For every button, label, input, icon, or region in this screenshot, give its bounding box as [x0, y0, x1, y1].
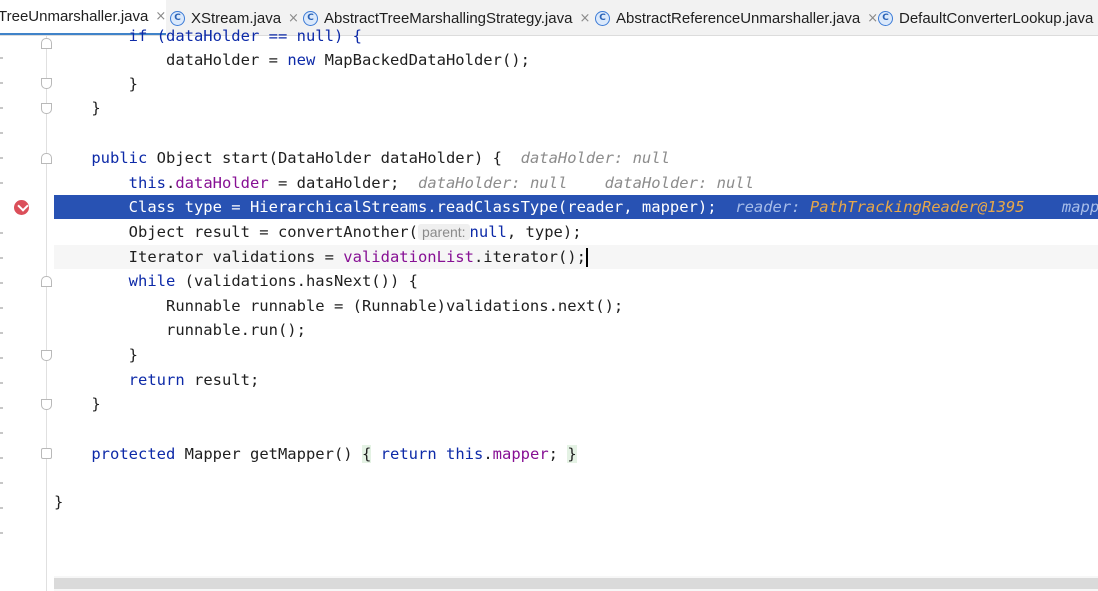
code-text: result;	[184, 371, 260, 389]
inline-debug-value: dataHolder: null	[520, 149, 670, 167]
close-icon[interactable]: ×	[155, 9, 166, 24]
code-line: Runnable runnable = (Runnable)validation…	[54, 294, 1098, 318]
gutter-tick	[0, 57, 3, 59]
keyword: return	[128, 371, 185, 389]
code-text: MapBackedDataHolder();	[315, 51, 530, 69]
gutter-tick	[0, 532, 3, 534]
gutter-tick	[0, 107, 3, 109]
keyword: this	[446, 445, 484, 463]
gutter-tick	[0, 507, 3, 509]
gutter-tick	[0, 382, 3, 384]
code-text: if (dataHolder == null) {	[128, 27, 362, 45]
gutter-tick	[0, 307, 3, 309]
field: dataHolder	[175, 174, 269, 192]
code-text: Mapper getMapper()	[175, 445, 362, 463]
code-line: }	[54, 490, 1098, 514]
fold-icon[interactable]	[41, 350, 52, 361]
code-line: Object result = convertAnother(parent: nu…	[54, 220, 1098, 244]
fold-icon[interactable]	[41, 153, 52, 164]
gutter-divider	[46, 36, 47, 591]
gutter-tick	[0, 407, 3, 409]
parameter-hint: parent:	[417, 224, 470, 240]
inline-debug-value: dataHolder: null	[417, 174, 568, 192]
inline-debug-name: mapper: C	[1061, 198, 1098, 216]
tab-label: TreeUnmarshaller.java	[0, 8, 149, 25]
folded-brace[interactable]: {	[361, 445, 372, 463]
current-execution-line: Class type = HierarchicalStreams.readCla…	[54, 195, 1098, 219]
code-text: (validations.hasNext()) {	[175, 272, 418, 290]
gutter-tick	[0, 82, 3, 84]
gutter-tick	[0, 132, 3, 134]
code-line: return result;	[54, 368, 1098, 392]
gutter-tick	[0, 357, 3, 359]
fold-icon[interactable]	[41, 78, 52, 89]
inline-debug-value: dataHolder: null	[604, 174, 754, 192]
gutter-tick	[0, 232, 3, 234]
code-line: }	[54, 72, 1098, 96]
code-text: }	[128, 75, 138, 93]
code-text: , type);	[506, 223, 582, 241]
code-line: }	[54, 343, 1098, 367]
keyword: null	[469, 223, 507, 241]
code-text: Iterator validations =	[128, 248, 344, 266]
code-text: Class type = HierarchicalStreams.readCla…	[128, 198, 717, 216]
text-caret	[585, 248, 588, 267]
code-line: protected Mapper getMapper() { return th…	[91, 445, 577, 463]
field: mapper	[492, 445, 549, 463]
gutter-tick	[0, 282, 3, 284]
code-text: ;	[548, 445, 559, 463]
gutter-tick	[0, 457, 3, 459]
scrollbar-thumb[interactable]	[54, 578, 1098, 589]
caret-line: Iterator validations = validationList.it…	[54, 245, 1098, 269]
fold-icon[interactable]	[41, 399, 52, 410]
inline-debug-name: reader:	[735, 198, 801, 216]
code-text: Object result = convertAnother(	[128, 223, 418, 241]
fold-icon[interactable]	[41, 448, 52, 459]
editor-gutter[interactable]	[0, 36, 48, 591]
code-line: }	[54, 96, 1098, 120]
keyword: this	[128, 174, 166, 192]
code-text: }	[54, 493, 64, 511]
gutter-tick	[0, 157, 3, 159]
code-text: }	[91, 99, 101, 117]
fold-icon[interactable]	[41, 103, 52, 114]
gutter-tick	[0, 257, 3, 259]
folded-brace[interactable]: }	[567, 445, 577, 463]
fold-icon[interactable]	[41, 276, 52, 287]
code-line: if (dataHolder == null) {	[54, 24, 1098, 48]
gutter-tick	[0, 182, 3, 184]
code-line: public Object start(DataHolder dataHolde…	[54, 146, 1098, 170]
code-text: runnable.run();	[165, 321, 306, 339]
code-text: .iterator();	[473, 248, 586, 266]
keyword: public	[91, 149, 148, 167]
code-text: = dataHolder;	[268, 174, 400, 192]
code-line: runnable.run();	[54, 318, 1098, 342]
code-text: }	[91, 395, 101, 413]
keyword: return	[380, 445, 437, 463]
gutter-tick	[0, 482, 3, 484]
code-line: dataHolder = new MapBackedDataHolder();	[54, 48, 1098, 72]
fold-icon[interactable]	[41, 38, 52, 49]
inline-debug-value: PathTrackingReader@1395	[809, 198, 1025, 216]
code-line: while (validations.hasNext()) {	[54, 269, 1098, 293]
keyword: while	[128, 272, 176, 290]
breakpoint-icon[interactable]	[14, 200, 29, 215]
horizontal-scrollbar[interactable]	[54, 576, 1098, 591]
keyword: new	[287, 51, 316, 69]
code-text: }	[128, 346, 138, 364]
gutter-tick	[0, 332, 3, 334]
keyword: protected	[91, 445, 176, 463]
field: validationList	[343, 248, 474, 266]
code-editor[interactable]: if (dataHolder == null) { dataHolder = n…	[54, 27, 1098, 576]
code-text: dataHolder	[165, 51, 260, 69]
code-text: .	[165, 174, 176, 192]
gutter-tick	[0, 432, 3, 434]
code-line: this.dataHolder = dataHolder; dataHolder…	[54, 171, 1098, 195]
code-text: Object start(DataHolder dataHolder) {	[147, 149, 502, 167]
code-text: =	[259, 51, 288, 69]
code-line: }	[54, 392, 1098, 416]
code-text: Runnable runnable = (Runnable)validation…	[165, 297, 624, 315]
